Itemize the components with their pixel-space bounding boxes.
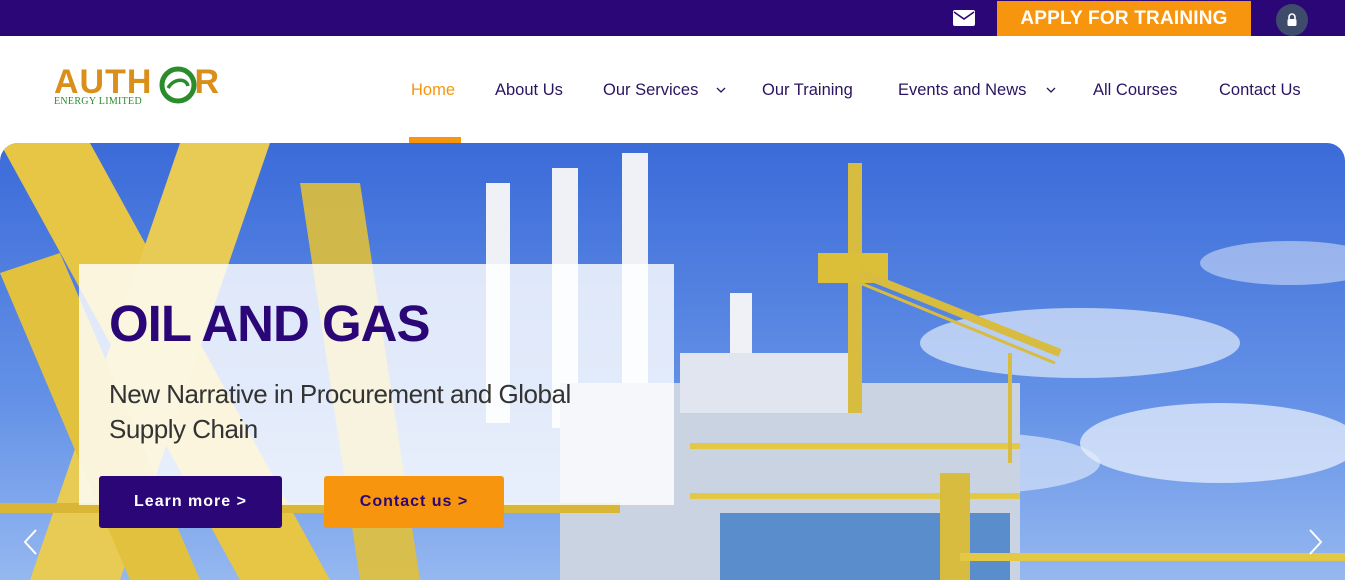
lock-user-icon [1287, 13, 1297, 26]
chevron-right-icon[interactable] [1305, 527, 1325, 557]
nav-home[interactable]: Home [411, 78, 455, 102]
hero-title: OIL AND GAS [109, 295, 431, 352]
top-bar: APPLY FOR TRAINING [0, 0, 1345, 36]
logo-tagline: ENERGY LIMITED [54, 96, 142, 107]
nav-all-courses[interactable]: All Courses [1093, 78, 1177, 102]
user-account-icon[interactable] [1276, 4, 1308, 36]
nav-about-us[interactable]: About Us [495, 78, 563, 102]
chevron-left-icon[interactable] [21, 527, 41, 557]
logo-ring-icon [159, 66, 197, 104]
nav-events-and-news[interactable]: Events and News [898, 78, 1026, 102]
site-logo[interactable]: AUTH R ENERGY LIMITED [54, 62, 229, 112]
hero-subtitle: New Narrative in Procurement and Global … [109, 379, 571, 444]
nav-contact-us[interactable]: Contact Us [1219, 78, 1301, 102]
nav-our-training[interactable]: Our Training [762, 78, 853, 102]
nav-our-services[interactable]: Our Services [603, 78, 698, 102]
chevron-down-icon[interactable] [1046, 87, 1056, 93]
envelope-icon[interactable] [952, 9, 976, 27]
contact-us-button[interactable]: Contact us > [324, 476, 504, 528]
chevron-down-icon[interactable] [716, 87, 726, 93]
learn-more-button[interactable]: Learn more > [99, 476, 282, 528]
apply-for-training-button[interactable]: APPLY FOR TRAINING [997, 1, 1251, 36]
